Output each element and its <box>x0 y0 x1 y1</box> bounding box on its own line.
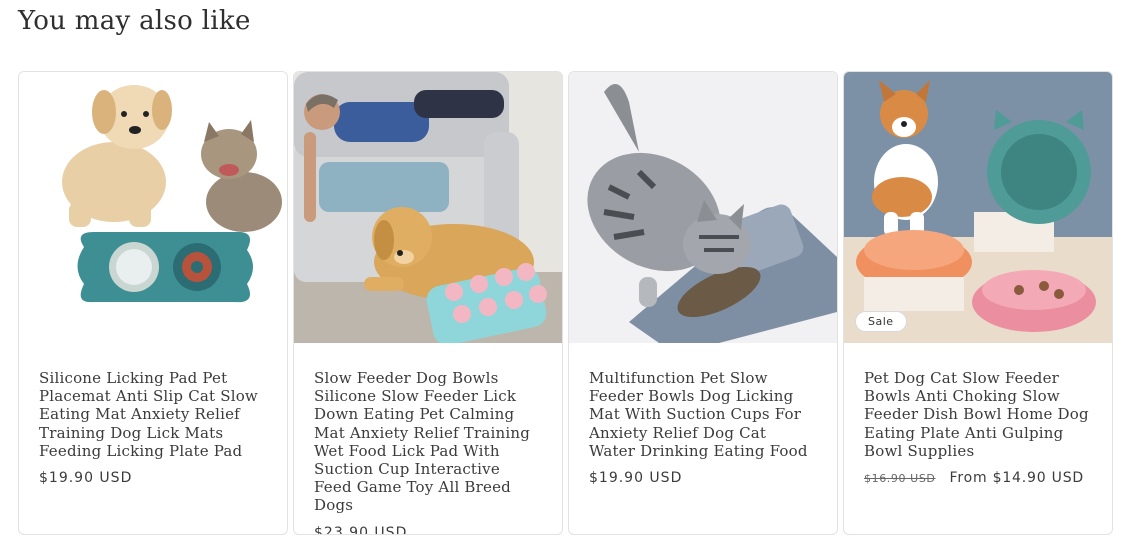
regular-price: $16.90 USD <box>864 472 936 486</box>
product-price: $19.90 USD <box>589 470 683 487</box>
product-price: $16.90 USD From $14.90 USD <box>864 470 1092 486</box>
product-title[interactable]: Slow Feeder Dog Bowls Silicone Slow Feed… <box>314 369 542 515</box>
product-image[interactable] <box>569 72 837 343</box>
sale-badge: Sale <box>855 311 907 332</box>
product-card[interactable]: Multifunction Pet Slow Feeder Bowls Dog … <box>568 71 838 535</box>
product-title[interactable]: Pet Dog Cat Slow Feeder Bowls Anti Choki… <box>864 369 1092 460</box>
product-title[interactable]: Silicone Licking Pad Pet Placemat Anti S… <box>39 369 267 460</box>
product-title[interactable]: Multifunction Pet Slow Feeder Bowls Dog … <box>589 369 817 460</box>
product-card[interactable]: Silicone Licking Pad Pet Placemat Anti S… <box>18 71 288 535</box>
product-image[interactable] <box>294 72 562 343</box>
product-grid: Silicone Licking Pad Pet Placemat Anti S… <box>18 71 1113 535</box>
product-image[interactable]: Sale <box>844 72 1112 343</box>
product-image[interactable] <box>19 72 287 343</box>
product-card[interactable]: Slow Feeder Dog Bowls Silicone Slow Feed… <box>293 71 563 535</box>
product-price: $19.90 USD <box>39 470 133 487</box>
section-heading: You may also like <box>18 6 251 36</box>
product-card[interactable]: Sale Pet Dog Cat Slow Feeder Bowls Anti … <box>843 71 1113 535</box>
sale-price: From $14.90 USD <box>949 470 1084 487</box>
product-price: $23.90 USD <box>314 524 408 535</box>
